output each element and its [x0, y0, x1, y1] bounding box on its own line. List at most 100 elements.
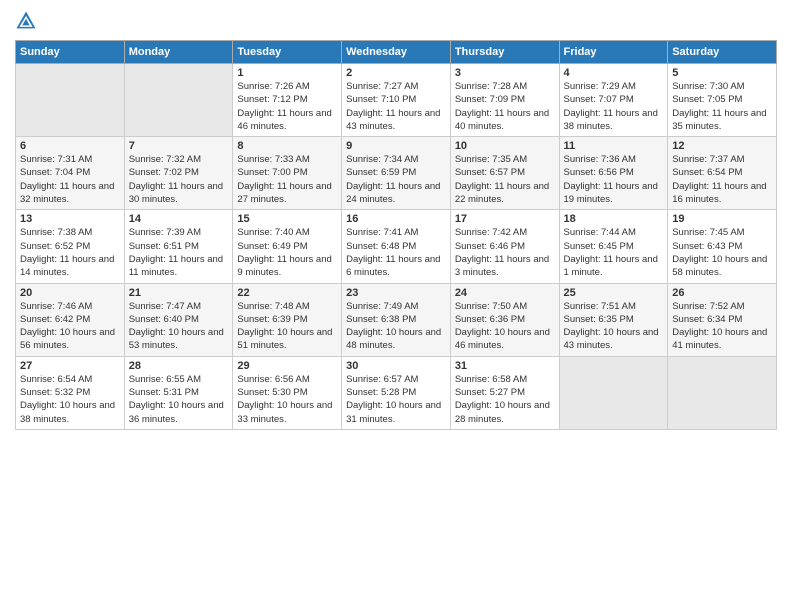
- calendar-cell: 14Sunrise: 7:39 AMSunset: 6:51 PMDayligh…: [124, 210, 233, 283]
- day-number: 17: [455, 213, 555, 225]
- day-info: Sunrise: 7:41 AMSunset: 6:48 PMDaylight:…: [346, 226, 446, 279]
- day-number: 24: [455, 287, 555, 299]
- day-number: 23: [346, 287, 446, 299]
- day-info: Sunrise: 7:35 AMSunset: 6:57 PMDaylight:…: [455, 153, 555, 206]
- calendar-cell: 9Sunrise: 7:34 AMSunset: 6:59 PMDaylight…: [342, 137, 451, 210]
- day-number: 12: [672, 140, 772, 152]
- day-info: Sunrise: 7:27 AMSunset: 7:10 PMDaylight:…: [346, 80, 446, 133]
- day-info: Sunrise: 7:32 AMSunset: 7:02 PMDaylight:…: [129, 153, 229, 206]
- day-info: Sunrise: 7:30 AMSunset: 7:05 PMDaylight:…: [672, 80, 772, 133]
- calendar-cell: 17Sunrise: 7:42 AMSunset: 6:46 PMDayligh…: [450, 210, 559, 283]
- day-info: Sunrise: 7:44 AMSunset: 6:45 PMDaylight:…: [564, 226, 664, 279]
- calendar-week-2: 6Sunrise: 7:31 AMSunset: 7:04 PMDaylight…: [16, 137, 777, 210]
- day-info: Sunrise: 7:49 AMSunset: 6:38 PMDaylight:…: [346, 300, 446, 353]
- calendar-week-5: 27Sunrise: 6:54 AMSunset: 5:32 PMDayligh…: [16, 356, 777, 429]
- header-cell-saturday: Saturday: [668, 41, 777, 64]
- calendar-cell: 26Sunrise: 7:52 AMSunset: 6:34 PMDayligh…: [668, 283, 777, 356]
- calendar-cell: 12Sunrise: 7:37 AMSunset: 6:54 PMDayligh…: [668, 137, 777, 210]
- calendar-cell: 24Sunrise: 7:50 AMSunset: 6:36 PMDayligh…: [450, 283, 559, 356]
- header-row: SundayMondayTuesdayWednesdayThursdayFrid…: [16, 41, 777, 64]
- header-cell-tuesday: Tuesday: [233, 41, 342, 64]
- day-info: Sunrise: 6:58 AMSunset: 5:27 PMDaylight:…: [455, 373, 555, 426]
- day-info: Sunrise: 6:57 AMSunset: 5:28 PMDaylight:…: [346, 373, 446, 426]
- day-number: 30: [346, 360, 446, 372]
- day-info: Sunrise: 7:48 AMSunset: 6:39 PMDaylight:…: [237, 300, 337, 353]
- day-number: 6: [20, 140, 120, 152]
- calendar-cell: 7Sunrise: 7:32 AMSunset: 7:02 PMDaylight…: [124, 137, 233, 210]
- calendar-cell: 16Sunrise: 7:41 AMSunset: 6:48 PMDayligh…: [342, 210, 451, 283]
- day-info: Sunrise: 7:42 AMSunset: 6:46 PMDaylight:…: [455, 226, 555, 279]
- day-info: Sunrise: 7:45 AMSunset: 6:43 PMDaylight:…: [672, 226, 772, 279]
- day-number: 15: [237, 213, 337, 225]
- calendar-cell: 20Sunrise: 7:46 AMSunset: 6:42 PMDayligh…: [16, 283, 125, 356]
- day-info: Sunrise: 7:37 AMSunset: 6:54 PMDaylight:…: [672, 153, 772, 206]
- calendar-cell: 3Sunrise: 7:28 AMSunset: 7:09 PMDaylight…: [450, 64, 559, 137]
- day-info: Sunrise: 7:36 AMSunset: 6:56 PMDaylight:…: [564, 153, 664, 206]
- day-info: Sunrise: 6:56 AMSunset: 5:30 PMDaylight:…: [237, 373, 337, 426]
- day-number: 25: [564, 287, 664, 299]
- day-number: 4: [564, 67, 664, 79]
- day-number: 7: [129, 140, 229, 152]
- calendar-cell: [559, 356, 668, 429]
- calendar-cell: 21Sunrise: 7:47 AMSunset: 6:40 PMDayligh…: [124, 283, 233, 356]
- header: [15, 10, 777, 32]
- calendar-cell: 10Sunrise: 7:35 AMSunset: 6:57 PMDayligh…: [450, 137, 559, 210]
- calendar-cell: 18Sunrise: 7:44 AMSunset: 6:45 PMDayligh…: [559, 210, 668, 283]
- calendar-cell: [16, 64, 125, 137]
- day-number: 20: [20, 287, 120, 299]
- calendar-week-4: 20Sunrise: 7:46 AMSunset: 6:42 PMDayligh…: [16, 283, 777, 356]
- day-number: 22: [237, 287, 337, 299]
- day-info: Sunrise: 7:34 AMSunset: 6:59 PMDaylight:…: [346, 153, 446, 206]
- page: SundayMondayTuesdayWednesdayThursdayFrid…: [0, 0, 792, 612]
- calendar-cell: 29Sunrise: 6:56 AMSunset: 5:30 PMDayligh…: [233, 356, 342, 429]
- day-number: 11: [564, 140, 664, 152]
- day-number: 19: [672, 213, 772, 225]
- calendar-cell: 13Sunrise: 7:38 AMSunset: 6:52 PMDayligh…: [16, 210, 125, 283]
- day-number: 8: [237, 140, 337, 152]
- logo-icon: [15, 10, 37, 32]
- day-number: 31: [455, 360, 555, 372]
- header-cell-thursday: Thursday: [450, 41, 559, 64]
- day-number: 26: [672, 287, 772, 299]
- day-info: Sunrise: 7:38 AMSunset: 6:52 PMDaylight:…: [20, 226, 120, 279]
- calendar-cell: 19Sunrise: 7:45 AMSunset: 6:43 PMDayligh…: [668, 210, 777, 283]
- logo: [15, 10, 41, 32]
- calendar-cell: 4Sunrise: 7:29 AMSunset: 7:07 PMDaylight…: [559, 64, 668, 137]
- calendar-cell: 1Sunrise: 7:26 AMSunset: 7:12 PMDaylight…: [233, 64, 342, 137]
- day-info: Sunrise: 7:26 AMSunset: 7:12 PMDaylight:…: [237, 80, 337, 133]
- day-info: Sunrise: 7:39 AMSunset: 6:51 PMDaylight:…: [129, 226, 229, 279]
- header-cell-sunday: Sunday: [16, 41, 125, 64]
- calendar-cell: 22Sunrise: 7:48 AMSunset: 6:39 PMDayligh…: [233, 283, 342, 356]
- calendar-cell: 2Sunrise: 7:27 AMSunset: 7:10 PMDaylight…: [342, 64, 451, 137]
- calendar-week-1: 1Sunrise: 7:26 AMSunset: 7:12 PMDaylight…: [16, 64, 777, 137]
- day-number: 3: [455, 67, 555, 79]
- calendar-cell: 5Sunrise: 7:30 AMSunset: 7:05 PMDaylight…: [668, 64, 777, 137]
- calendar-table: SundayMondayTuesdayWednesdayThursdayFrid…: [15, 40, 777, 430]
- calendar-cell: [668, 356, 777, 429]
- day-number: 1: [237, 67, 337, 79]
- calendar-cell: 28Sunrise: 6:55 AMSunset: 5:31 PMDayligh…: [124, 356, 233, 429]
- calendar-week-3: 13Sunrise: 7:38 AMSunset: 6:52 PMDayligh…: [16, 210, 777, 283]
- day-info: Sunrise: 7:50 AMSunset: 6:36 PMDaylight:…: [455, 300, 555, 353]
- header-cell-friday: Friday: [559, 41, 668, 64]
- calendar-cell: 6Sunrise: 7:31 AMSunset: 7:04 PMDaylight…: [16, 137, 125, 210]
- calendar-cell: 23Sunrise: 7:49 AMSunset: 6:38 PMDayligh…: [342, 283, 451, 356]
- day-number: 9: [346, 140, 446, 152]
- calendar-cell: 11Sunrise: 7:36 AMSunset: 6:56 PMDayligh…: [559, 137, 668, 210]
- day-number: 28: [129, 360, 229, 372]
- calendar-cell: 27Sunrise: 6:54 AMSunset: 5:32 PMDayligh…: [16, 356, 125, 429]
- calendar-cell: 30Sunrise: 6:57 AMSunset: 5:28 PMDayligh…: [342, 356, 451, 429]
- day-info: Sunrise: 7:40 AMSunset: 6:49 PMDaylight:…: [237, 226, 337, 279]
- day-info: Sunrise: 6:54 AMSunset: 5:32 PMDaylight:…: [20, 373, 120, 426]
- day-info: Sunrise: 7:29 AMSunset: 7:07 PMDaylight:…: [564, 80, 664, 133]
- day-number: 2: [346, 67, 446, 79]
- day-info: Sunrise: 7:52 AMSunset: 6:34 PMDaylight:…: [672, 300, 772, 353]
- day-info: Sunrise: 7:47 AMSunset: 6:40 PMDaylight:…: [129, 300, 229, 353]
- day-number: 27: [20, 360, 120, 372]
- day-number: 10: [455, 140, 555, 152]
- calendar-cell: 25Sunrise: 7:51 AMSunset: 6:35 PMDayligh…: [559, 283, 668, 356]
- day-number: 21: [129, 287, 229, 299]
- calendar-cell: [124, 64, 233, 137]
- day-number: 13: [20, 213, 120, 225]
- day-info: Sunrise: 7:31 AMSunset: 7:04 PMDaylight:…: [20, 153, 120, 206]
